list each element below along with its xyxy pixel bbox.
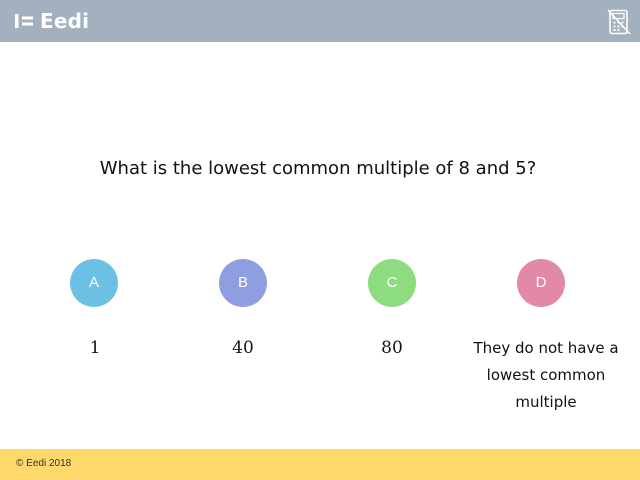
- choice-c-button[interactable]: C: [368, 259, 416, 307]
- choice-a-button[interactable]: A: [70, 259, 118, 307]
- copyright-text: © Eedi 2018: [16, 458, 72, 469]
- choice-d-button[interactable]: D: [517, 259, 565, 307]
- answer-b-text: 40: [232, 338, 254, 358]
- question-text: What is the lowest common multiple of 8 …: [99, 158, 537, 179]
- calculator-disabled-icon: [607, 9, 631, 35]
- header-bar: Eedi: [0, 0, 640, 42]
- eedi-logo: Eedi: [14, 8, 89, 34]
- answer-a-text: 1: [89, 338, 101, 358]
- brand-name: Eedi: [40, 9, 90, 33]
- answer-d-text: They do not have a lowest common multipl…: [473, 339, 619, 411]
- choice-b-button[interactable]: B: [219, 259, 267, 307]
- eedi-logo-icon: [15, 14, 33, 28]
- answer-c-text: 80: [381, 338, 403, 358]
- footer-bar: © Eedi 2018: [0, 449, 640, 480]
